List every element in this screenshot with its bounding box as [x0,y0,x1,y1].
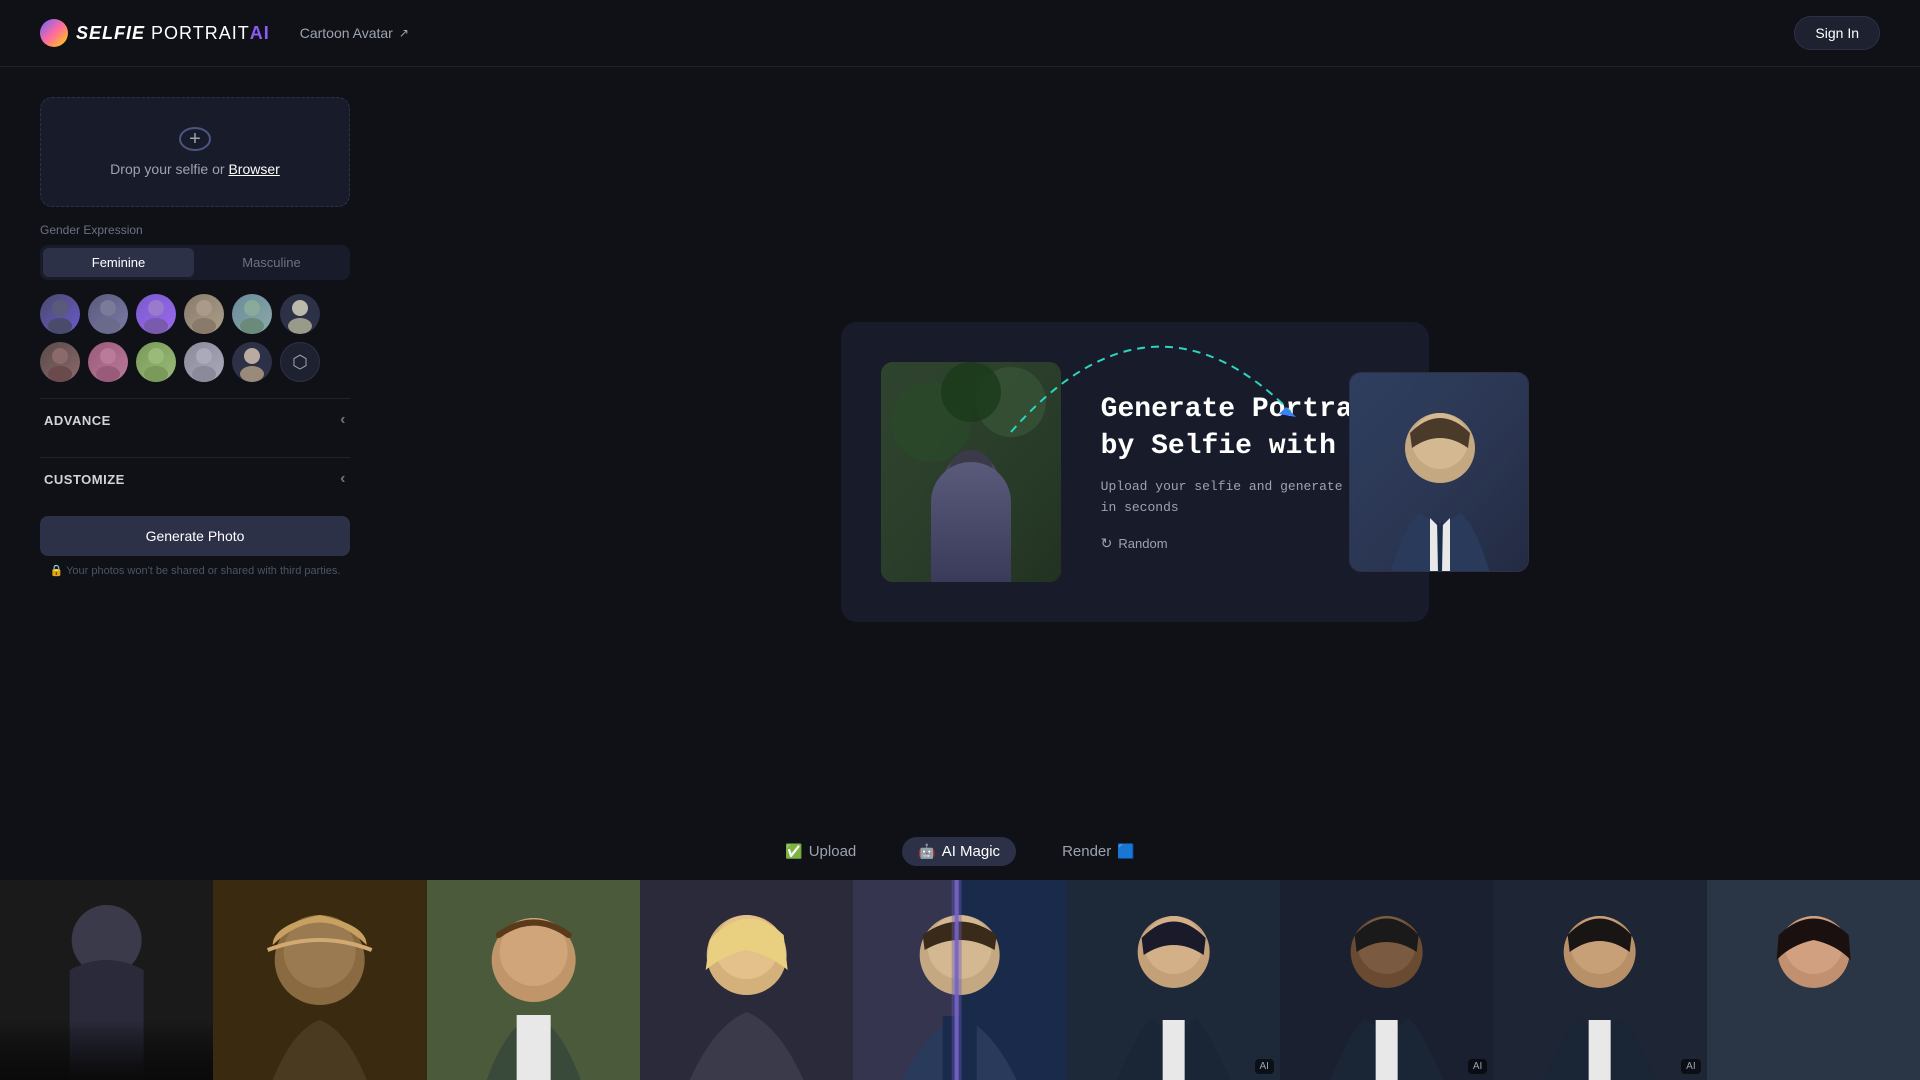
avatar-item[interactable] [136,294,176,334]
avatar-item[interactable] [184,294,224,334]
avatar-item[interactable] [232,294,272,334]
gallery-item[interactable]: AI [1493,880,1706,1080]
gallery-item[interactable] [640,880,853,1080]
upload-tab-label: Upload [809,843,857,860]
tabs-row: ✅ Upload 🤖 AI Magic Render 🟦 [0,823,1920,880]
gender-toggle: Feminine Masculine [40,245,350,280]
gallery-item[interactable] [1707,880,1920,1080]
external-link-icon: ↗ [399,26,409,40]
avatar-item[interactable] [184,342,224,382]
plus-icon: + [179,127,211,151]
gender-feminine-button[interactable]: Feminine [43,248,194,277]
gender-masculine-button[interactable]: Masculine [196,248,347,277]
logo-icon [40,19,68,47]
logo[interactable]: SELFIE PORTRAITAI [40,19,270,47]
advance-header[interactable]: ADVANCE ‹ [40,399,350,441]
ai-badge: AI [1255,1059,1274,1074]
avatar-item[interactable] [232,342,272,382]
avatar-item[interactable] [40,294,80,334]
sign-in-button[interactable]: Sign In [1794,16,1880,50]
ai-badge: AI [1468,1059,1487,1074]
upload-tab-icon: ✅ [785,843,802,860]
tab-render[interactable]: Render 🟦 [1046,837,1151,866]
result-svg [1350,373,1529,572]
generate-photo-button[interactable]: Generate Photo [40,516,350,556]
gallery-item[interactable] [213,880,426,1080]
tab-ai-magic[interactable]: 🤖 AI Magic [902,837,1016,866]
privacy-note: 🔒 Your photos won't be shared or shared … [40,564,350,577]
refresh-icon: ↻ [1101,535,1113,552]
gallery-item[interactable] [0,880,213,1080]
nav-link-cartoon-avatar[interactable]: Cartoon Avatar ↗ [300,25,409,41]
customize-chevron-icon: ‹ [340,470,346,488]
dashed-arc [1001,292,1301,452]
hero-subtitle: Upload your selfie and generate photoin … [1101,477,1390,519]
gender-section: Gender Expression Feminine Masculine [40,223,350,280]
render-tab-label: Render [1062,843,1111,860]
customize-header[interactable]: CUSTOMIZE ‹ [40,458,350,500]
avatar-item[interactable] [40,342,80,382]
left-panel: + Drop your selfie or Browser Gender Exp… [40,97,350,847]
bottom-section: ✅ Upload 🤖 AI Magic Render 🟦 [0,823,1920,1080]
gallery-item[interactable]: AI [1067,880,1280,1080]
advance-chevron-icon: ‹ [340,411,346,429]
avatar-item[interactable] [88,294,128,334]
tab-upload[interactable]: ✅ Upload [769,837,872,866]
gallery-item[interactable]: AI [1280,880,1493,1080]
advance-section: ADVANCE ‹ [40,398,350,441]
header: SELFIE PORTRAITAI Cartoon Avatar ↗ Sign … [0,0,1920,67]
gender-label: Gender Expression [40,223,350,237]
avatar-item[interactable] [280,294,320,334]
gallery-row: AI AI AI [0,880,1920,1080]
upload-text: Drop your selfie or Browser [110,161,280,177]
browser-link[interactable]: Browser [228,161,279,177]
avatar-item[interactable] [136,342,176,382]
result-preview [1349,372,1529,572]
ai-magic-tab-icon: 🤖 [918,843,935,860]
avatar-item[interactable] [88,342,128,382]
upload-area[interactable]: + Drop your selfie or Browser [40,97,350,207]
gallery-item-transition[interactable] [853,880,1066,1080]
render-tab-icon: 🟦 [1117,843,1134,860]
ai-badge: AI [1681,1059,1700,1074]
ai-magic-tab-label: AI Magic [942,843,1000,860]
customize-section: CUSTOMIZE ‹ [40,457,350,500]
hero-area: Generate Portraitby Selfie with AI Uploa… [390,97,1880,847]
gallery-item[interactable] [427,880,640,1080]
random-button[interactable]: ↻ Random [1101,535,1168,552]
avatar-grid: ⬡ [40,294,350,382]
main-content: + Drop your selfie or Browser Gender Exp… [0,67,1920,877]
logo-text: SELFIE PORTRAITAI [76,23,270,44]
avatar-3d-cube[interactable]: ⬡ [280,342,320,382]
